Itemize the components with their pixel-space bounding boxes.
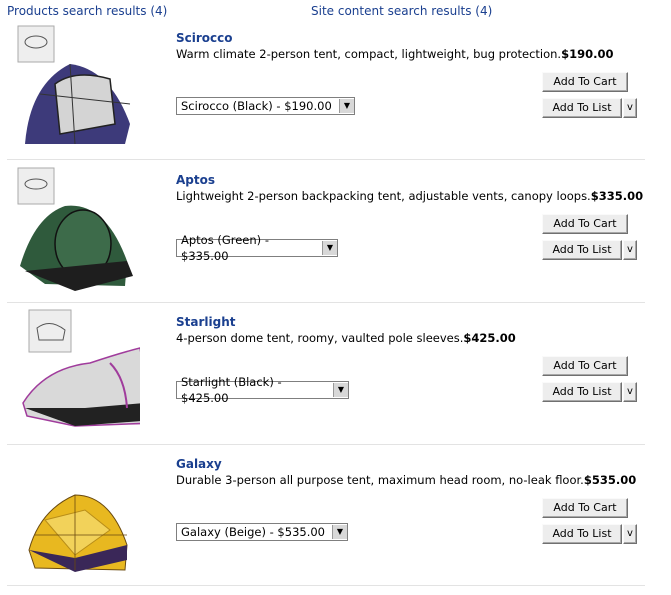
product-row: Starlight 4-person dome tent, roomy, vau…: [7, 302, 645, 445]
product-price: $335.00: [590, 189, 644, 203]
chevron-down-icon[interactable]: ▼: [332, 525, 347, 539]
product-row: Aptos Lightweight 2-person backpacking t…: [7, 160, 645, 303]
variant-select[interactable]: Galaxy (Beige) - $535.00 ▼: [176, 523, 348, 541]
add-to-list-button[interactable]: Add To List: [542, 382, 622, 402]
variant-selected-value: Scirocco (Black) - $190.00: [181, 99, 332, 113]
add-to-list-button[interactable]: Add To List: [542, 524, 622, 544]
product-title[interactable]: Galaxy: [176, 457, 222, 471]
variant-select[interactable]: Aptos (Green) - $335.00 ▼: [176, 233, 338, 263]
product-description: Lightweight 2-person backpacking tent, a…: [176, 189, 643, 203]
chevron-down-icon[interactable]: ▼: [339, 99, 354, 113]
description-text: Lightweight 2-person backpacking tent, a…: [176, 189, 591, 203]
add-to-list-button[interactable]: Add To List: [542, 98, 622, 118]
tab-site-content-search-results[interactable]: Site content search results (4): [311, 4, 492, 18]
add-to-cart-button[interactable]: Add To Cart: [542, 498, 628, 518]
tent-mesh: [54, 74, 116, 135]
product-price: $190.00: [561, 47, 614, 61]
product-image-starlight[interactable]: [15, 308, 140, 436]
list-dropdown-button[interactable]: v: [623, 524, 637, 544]
product-description: 4-person dome tent, roomy, vaulted pole …: [176, 331, 516, 345]
product-description: Durable 3-person all purpose tent, maxim…: [176, 473, 636, 487]
variant-selected-value: Aptos (Green) - $335.00: [181, 233, 269, 263]
product-description: Warm climate 2-person tent, compact, lig…: [176, 47, 613, 61]
add-to-cart-button[interactable]: Add To Cart: [542, 356, 628, 376]
product-title[interactable]: Starlight: [176, 315, 236, 329]
description-text: 4-person dome tent, roomy, vaulted pole …: [176, 331, 464, 345]
floorplan-inset: [17, 25, 55, 63]
floorplan-inset: [17, 167, 55, 205]
product-title[interactable]: Aptos: [176, 173, 215, 187]
product-title[interactable]: Scirocco: [176, 31, 233, 45]
add-to-cart-button[interactable]: Add To Cart: [542, 214, 628, 234]
tab-products-search-results[interactable]: Products search results (4): [7, 4, 167, 18]
product-row: Galaxy Durable 3-person all purpose tent…: [7, 444, 645, 586]
product-price: $425.00: [463, 331, 516, 345]
chevron-down-icon[interactable]: ▼: [322, 241, 337, 255]
variant-select[interactable]: Starlight (Black) - $425.00 ▼: [176, 375, 349, 405]
list-dropdown-button[interactable]: v: [623, 382, 637, 402]
variant-selected-value: Galaxy (Beige) - $535.00: [181, 525, 325, 539]
description-text: Warm climate 2-person tent, compact, lig…: [176, 47, 562, 61]
add-to-cart-button[interactable]: Add To Cart: [542, 72, 628, 92]
variant-selected-value: Starlight (Black) - $425.00: [181, 375, 282, 405]
product-image-scirocco[interactable]: [15, 24, 140, 152]
chevron-down-icon[interactable]: ▼: [333, 383, 348, 397]
variant-select[interactable]: Scirocco (Black) - $190.00 ▼: [176, 97, 355, 115]
description-text: Durable 3-person all purpose tent, maxim…: [176, 473, 584, 487]
product-image-aptos[interactable]: [15, 166, 140, 294]
add-to-list-button[interactable]: Add To List: [542, 240, 622, 260]
product-price: $535.00: [583, 473, 637, 487]
list-dropdown-button[interactable]: v: [623, 240, 637, 260]
list-dropdown-button[interactable]: v: [623, 98, 637, 118]
product-image-galaxy[interactable]: [15, 450, 140, 578]
product-row: Scirocco Warm climate 2-person tent, com…: [7, 18, 645, 160]
